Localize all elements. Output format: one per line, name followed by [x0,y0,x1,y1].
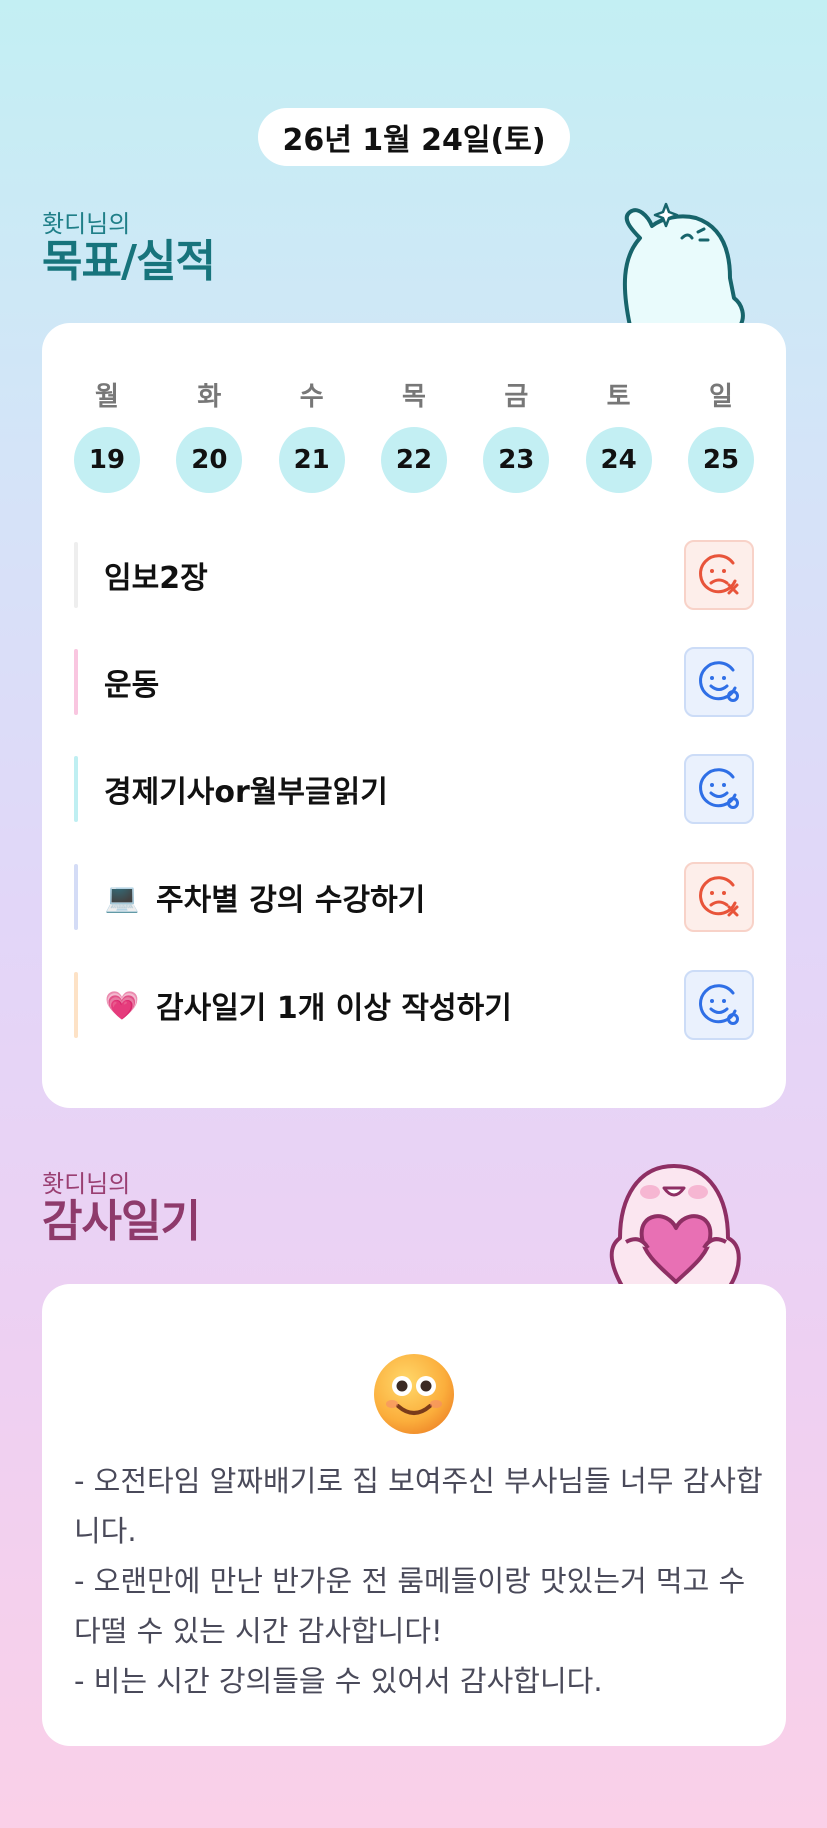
week-calendar: 월 19 화 20 수 21 목 22 금 23 토 24 일 25 [74,379,754,493]
calendar-day[interactable]: 수 21 [278,379,345,493]
diary-line: - 오전타임 알짜배기로 집 보여주신 부사님들 너무 감사합니다. [74,1464,763,1548]
diary-subtitle: 홧디님의 [42,1170,131,1198]
day-of-week-label: 토 [606,382,631,412]
smiling-face-emoji [374,1354,454,1434]
waving-mascot-illustration [622,202,745,326]
gratitude-diary-card: - 오전타임 알짜배기로 집 보여주신 부사님들 너무 감사합니다. - 오랜만… [42,1284,786,1746]
day-of-week-label: 일 [709,382,733,412]
diary-line: - 오랜만에 만난 반가운 전 룸메들이랑 맛있는거 먹고 수다떨 수 있는 시… [74,1564,746,1648]
day-of-week-label: 화 [197,382,222,412]
goal-status-button[interactable] [684,862,754,932]
smile-face-o-icon [699,661,739,702]
goal-row[interactable]: 운동 [74,647,754,717]
day-number[interactable]: 20 [176,427,243,493]
diary-text: - 오전타임 알짜배기로 집 보여주신 부사님들 너무 감사합니다. - 오랜만… [74,1456,764,1706]
goal-color-bar [74,972,78,1038]
calendar-day[interactable]: 토 24 [585,379,652,493]
goal-color-bar [74,542,78,608]
day-number[interactable]: 19 [74,427,140,493]
sad-face-x-icon [699,876,739,917]
day-number[interactable]: 21 [278,427,345,493]
goal-status-button[interactable] [684,754,754,824]
goal-color-bar [74,649,78,715]
diary-title: 감사일기 [42,1196,201,1247]
calendar-day[interactable]: 월 19 [74,379,140,493]
goal-text: 운동 [104,660,684,704]
calendar-day[interactable]: 일 25 [687,379,754,493]
calendar-day[interactable]: 목 22 [380,379,447,493]
goals-subtitle: 홧디님의 [42,210,131,238]
goal-emoji-icon: 💻 [104,880,140,914]
date-badge: 26년 1월 24일(토) [258,108,570,166]
day-of-week-label: 수 [299,382,324,412]
smile-face-o-icon [699,768,739,809]
goal-row[interactable]: 경제기사or월부글읽기 [74,754,754,824]
calendar-day[interactable]: 화 20 [176,379,243,493]
goals-title: 목표/실적 [42,236,216,287]
goals-card: 월 19 화 20 수 21 목 22 금 23 토 24 일 25 임보2장운동경제기사or월부글읽기 💻… [42,323,786,1108]
smile-face-o-icon [699,984,739,1025]
goal-row[interactable]: 임보2장 [74,540,754,610]
goal-text: 경제기사or월부글읽기 [104,767,684,811]
goal-status-button[interactable] [684,647,754,717]
goal-row[interactable]: 💻 주차별 강의 수강하기 [74,862,754,932]
day-of-week-label: 목 [402,382,426,412]
goal-label: 임보2장 [104,561,208,596]
day-number[interactable]: 24 [585,427,652,493]
calendar-day[interactable]: 금 23 [483,379,550,493]
sad-face-x-icon [699,554,739,595]
goal-text: 💗 감사일기 1개 이상 작성하기 [104,983,684,1027]
goal-text: 💻 주차별 강의 수강하기 [104,875,684,919]
goal-text: 임보2장 [104,553,684,597]
goal-status-button[interactable] [684,970,754,1040]
goal-status-button[interactable] [684,540,754,610]
day-number[interactable]: 23 [483,427,550,493]
goal-label: 운동 [104,668,160,703]
diary-section-title: 홧디님의 감사일기 [42,1170,201,1247]
goal-label: 감사일기 1개 이상 작성하기 [156,991,512,1026]
goal-label: 경제기사or월부글읽기 [104,775,388,810]
heart-holding-mascot-illustration [609,1164,741,1286]
day-of-week-label: 금 [504,382,529,412]
day-of-week-label: 월 [95,382,119,412]
goal-emoji-icon: 💗 [104,988,140,1022]
goal-label: 주차별 강의 수강하기 [156,883,426,918]
goal-color-bar [74,756,78,822]
goal-row[interactable]: 💗 감사일기 1개 이상 작성하기 [74,970,754,1040]
goal-color-bar [74,864,78,930]
diary-line: - 비는 시간 강의들을 수 있어서 감사합니다. [74,1664,603,1698]
day-number[interactable]: 22 [380,427,447,493]
goals-section-title: 홧디님의 목표/실적 [42,210,216,287]
day-number[interactable]: 25 [687,427,754,493]
